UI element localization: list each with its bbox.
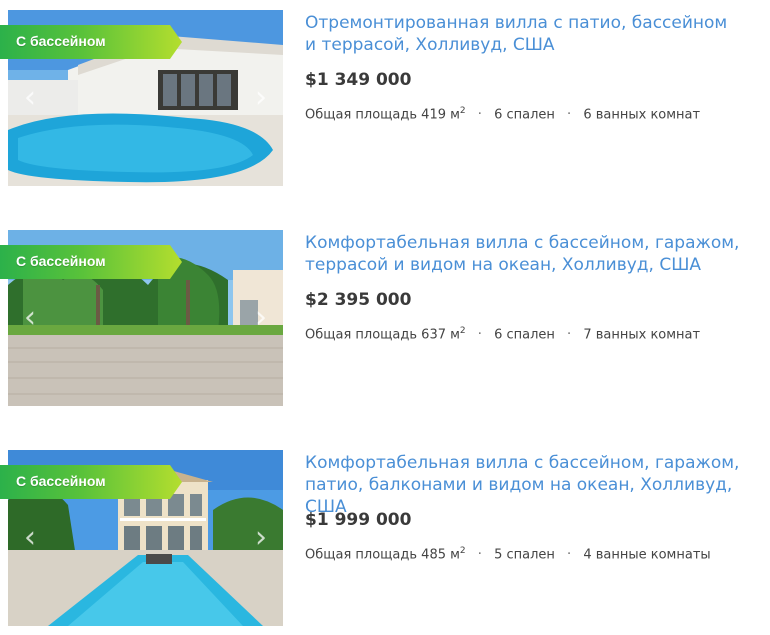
title-line-1: Комфортабельная вилла с бассейном, гараж…: [305, 453, 740, 473]
area-label: Общая площадь 485 м: [305, 547, 460, 563]
pool-badge: С бассейном: [0, 25, 182, 59]
separator-dot: ·: [477, 547, 482, 563]
listing-card: ‹ › С бассейном Комфортабельная вилла с …: [0, 450, 770, 630]
chevron-left-icon[interactable]: ‹: [20, 302, 40, 334]
bathrooms-count: 6 ванных комнат: [583, 107, 701, 123]
listing-card: ‹ › С бассейном Комфортабельная вилла с …: [0, 230, 770, 410]
separator-dot: ·: [567, 547, 572, 563]
bedrooms-count: 6 спален: [494, 107, 555, 123]
area-label: Общая площадь 637 м: [305, 327, 460, 343]
listing-specs: Общая площадь 419 м2 · 6 спален · 6 ванн…: [305, 106, 700, 122]
title-line-2: и террасой, Холливуд, США: [305, 35, 555, 55]
separator-dot: ·: [567, 327, 572, 343]
bedrooms-count: 5 спален: [494, 547, 555, 563]
bathrooms-count: 4 ванные комнаты: [583, 547, 711, 563]
bathrooms-count: 7 ванных комнат: [583, 327, 701, 343]
separator-dot: ·: [567, 107, 572, 123]
chevron-right-icon[interactable]: ›: [251, 302, 271, 334]
area-unit-sup: 2: [459, 106, 466, 116]
title-line-1: Комфортабельная вилла с бассейном, гараж…: [305, 233, 740, 253]
listing-title-link[interactable]: Комфортабельная вилла с бассейном, гараж…: [305, 232, 765, 276]
area-unit-sup: 2: [459, 326, 466, 336]
listing-title-link[interactable]: Комфортабельная вилла с бассейном, гараж…: [305, 452, 765, 518]
separator-dot: ·: [477, 107, 482, 123]
pool-badge: С бассейном: [0, 245, 182, 279]
listing-card: ‹ › С бассейном Отремонтированная вилла …: [0, 10, 770, 190]
chevron-right-icon[interactable]: ›: [251, 522, 271, 554]
chevron-right-icon[interactable]: ›: [251, 82, 271, 114]
pool-badge: С бассейном: [0, 465, 182, 499]
listing-specs: Общая площадь 637 м2 · 6 спален · 7 ванн…: [305, 326, 700, 342]
title-line-2: террасой и видом на океан, Холливуд, США: [305, 255, 702, 275]
listing-title-link[interactable]: Отремонтированная вилла с патио, бассейн…: [305, 12, 765, 56]
chevron-left-icon[interactable]: ‹: [20, 522, 40, 554]
listing-price: $1 349 000: [305, 70, 412, 90]
pool-badge-label: С бассейном: [16, 33, 106, 49]
listing-price: $1 999 000: [305, 510, 412, 530]
chevron-left-icon[interactable]: ‹: [20, 82, 40, 114]
title-line-1: Отремонтированная вилла с патио, бассейн…: [305, 13, 728, 33]
listing-specs: Общая площадь 485 м2 · 5 спален · 4 ванн…: [305, 546, 711, 562]
area-label: Общая площадь 419 м: [305, 107, 460, 123]
area-unit-sup: 2: [459, 546, 466, 556]
pool-badge-label: С бассейном: [16, 473, 106, 489]
separator-dot: ·: [477, 327, 482, 343]
bedrooms-count: 6 спален: [494, 327, 555, 343]
pool-badge-label: С бассейном: [16, 253, 106, 269]
listing-price: $2 395 000: [305, 290, 412, 310]
